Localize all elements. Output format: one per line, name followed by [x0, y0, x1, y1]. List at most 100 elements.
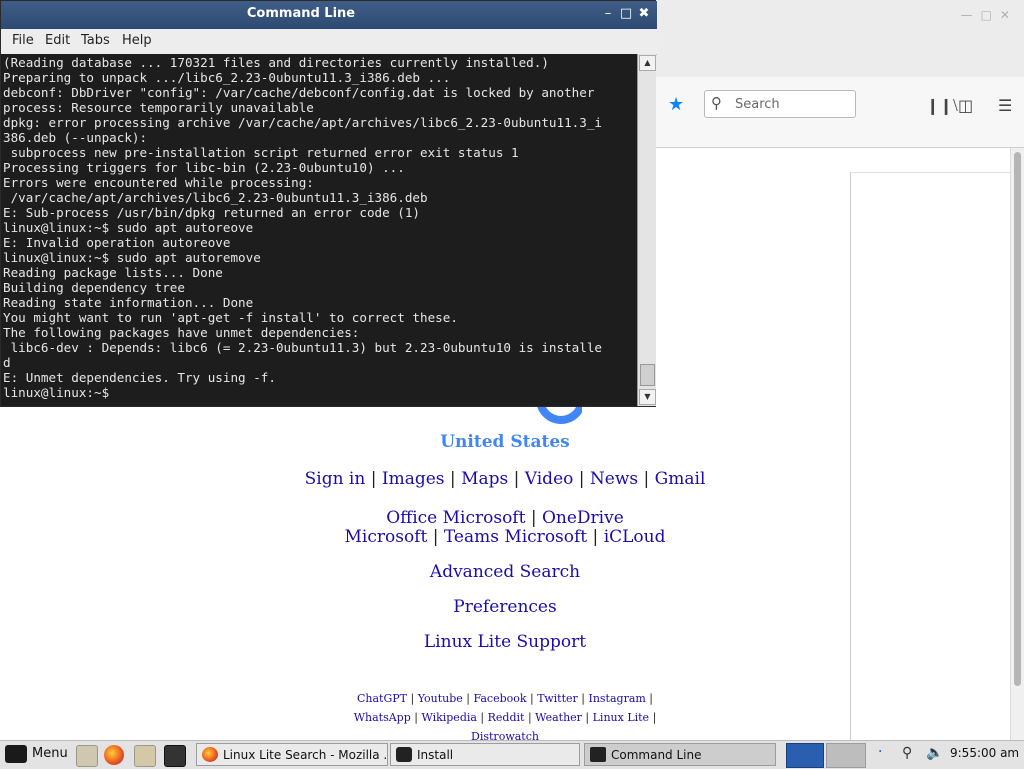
menu-file[interactable]: File	[12, 33, 34, 48]
country-label: United States	[440, 432, 570, 452]
page-scrollbar[interactable]	[1010, 148, 1024, 740]
linux-lite-logo-icon	[5, 745, 27, 763]
terminal-line: d	[3, 355, 11, 370]
preferences-row: Preferences	[0, 597, 1010, 617]
linux-lite-support-link[interactable]: Linux Lite Support	[424, 632, 586, 652]
maximize-icon[interactable]: □	[617, 6, 635, 21]
scroll-up-icon[interactable]: ▲	[639, 55, 656, 71]
task-firefox-label: Linux Lite Search - Mozilla ...	[223, 748, 388, 762]
volume-icon[interactable]: 🔈	[926, 745, 943, 761]
twitter-link[interactable]: Twitter	[537, 692, 578, 705]
terminal-line: linux@linux:~$ sudo apt autoremove	[3, 250, 261, 265]
terminal-lines: (Reading database ... 170321 files and d…	[1, 54, 637, 400]
terminal-line: dpkg: error processing archive /var/cach…	[3, 115, 602, 130]
terminal-line: The following packages have unmet depend…	[3, 325, 360, 340]
task-install-label: Install	[417, 748, 454, 762]
menu-edit[interactable]: Edit	[45, 33, 70, 48]
bookmark-star-icon[interactable]: ★	[668, 94, 684, 115]
clock[interactable]: 9:55:00 am	[950, 746, 1019, 760]
terminal-line: /var/cache/apt/archives/libc6_2.23-0ubun…	[3, 190, 428, 205]
microsoft-links-row-1: Office Microsoft | OneDrive	[386, 508, 624, 528]
terminal-window: Command Line – □ ✖ File Edit Tabs Help (Re…	[0, 0, 657, 407]
terminal-scrollbar[interactable]: ▲ ▼	[637, 54, 656, 406]
taskbar: Menu Linux Lite Search - Mozilla ... Ins…	[0, 740, 1024, 769]
quick-links-row-2: WhatsApp | Wikipedia | Reddit | Weather …	[353, 711, 657, 724]
gmail-link[interactable]: Gmail	[655, 469, 706, 489]
microsoft-links-row-2: Microsoft | Teams Microsoft | iCLoud	[344, 527, 666, 547]
start-menu-label: Menu	[32, 746, 68, 761]
facebook-link[interactable]: Facebook	[473, 692, 526, 705]
support-row: Linux Lite Support	[0, 632, 1010, 652]
youtube-link[interactable]: Youtube	[418, 692, 463, 705]
task-command-line[interactable]: Command Line	[584, 743, 776, 766]
images-link[interactable]: Images	[382, 469, 445, 489]
linux-lite-link[interactable]: Linux Lite	[593, 711, 649, 724]
terminal-line: E: Sub-process /usr/bin/dpkg returned an…	[3, 205, 421, 220]
workspace-1[interactable]	[786, 743, 824, 768]
terminal-line: linux@linux:~$ sudo apt autoreove	[3, 220, 254, 235]
close-icon[interactable]: ✖	[635, 6, 653, 21]
ad-panel	[850, 172, 1011, 741]
terminal-titlebar[interactable]: Command Line – □ ✖	[1, 1, 657, 29]
file-manager-launcher-icon[interactable]	[76, 745, 98, 767]
terminal-icon	[590, 747, 606, 762]
terminal-line: Reading state information... Done	[3, 295, 254, 310]
advanced-search-link[interactable]: Advanced Search	[430, 562, 580, 582]
office-microsoft-link[interactable]: Office Microsoft	[386, 508, 525, 528]
install-icon	[396, 747, 412, 762]
weather-link[interactable]: Weather	[535, 711, 582, 724]
quick-links-row-3: Distrowatch	[0, 730, 1010, 740]
bluetooth-icon[interactable]: ᛫	[876, 745, 884, 761]
task-firefox[interactable]: Linux Lite Search - Mozilla ...	[196, 743, 388, 766]
advanced-search-row: Advanced Search	[0, 562, 1010, 582]
sign-in-link[interactable]: Sign in	[305, 469, 366, 489]
start-menu-button[interactable]: Menu	[2, 743, 68, 766]
news-link[interactable]: News	[590, 469, 638, 489]
firefox-launcher-icon[interactable]	[104, 745, 124, 765]
whatsapp-link[interactable]: WhatsApp	[354, 711, 411, 724]
browser-window-controls[interactable]: —□✕	[961, 8, 1018, 22]
terminal-menubar: File Edit Tabs Help	[1, 29, 657, 55]
terminal-launcher-icon[interactable]	[164, 745, 186, 767]
workspace-2[interactable]	[826, 743, 866, 768]
browser-search-box[interactable]: ⚲	[704, 90, 856, 118]
distrowatch-link[interactable]: Distrowatch	[471, 730, 539, 740]
task-install[interactable]: Install	[390, 743, 580, 766]
scroll-down-icon[interactable]: ▼	[639, 389, 656, 405]
icloud-link[interactable]: iCLoud	[604, 527, 666, 547]
terminal-line: Errors were encountered while processing…	[3, 175, 314, 190]
search-input[interactable]	[735, 95, 850, 113]
wikipedia-link[interactable]: Wikipedia	[421, 711, 476, 724]
quick-links-row-1: ChatGPT | Youtube | Facebook | Twitter |…	[356, 692, 654, 705]
onedrive-link[interactable]: OneDrive	[542, 508, 624, 528]
terminal-line: 386.deb (--unpack):	[3, 130, 148, 145]
maps-link[interactable]: Maps	[461, 469, 508, 489]
scrollbar-thumb[interactable]	[1014, 152, 1021, 686]
teams-microsoft-link[interactable]: Teams Microsoft	[444, 527, 587, 547]
search-icon: ⚲	[711, 94, 722, 112]
firefox-icon	[202, 747, 218, 762]
instagram-link[interactable]: Instagram	[588, 692, 645, 705]
terminal-line: Preparing to unpack .../libc6_2.23-0ubun…	[3, 70, 451, 85]
microsoft-link[interactable]: Microsoft	[345, 527, 428, 547]
reddit-link[interactable]: Reddit	[488, 711, 525, 724]
terminal-line: Reading package lists... Done	[3, 265, 223, 280]
chatgpt-link[interactable]: ChatGPT	[357, 692, 407, 705]
terminal-scrollbar-thumb[interactable]	[640, 364, 655, 386]
terminal-line: You might want to run 'apt-get -f instal…	[3, 310, 458, 325]
library-icon[interactable]: ❙❙⧵	[926, 96, 958, 116]
home-folder-launcher-icon[interactable]	[134, 745, 156, 767]
menu-tabs[interactable]: Tabs	[81, 33, 110, 48]
terminal-line: debconf: DbDriver "config": /var/cache/d…	[3, 85, 595, 100]
hamburger-menu-icon[interactable]: ☰	[998, 96, 1012, 115]
menu-help[interactable]: Help	[122, 33, 152, 48]
network-tool-icon[interactable]: ⚲	[902, 745, 912, 761]
preferences-link[interactable]: Preferences	[453, 597, 556, 617]
video-link[interactable]: Video	[525, 469, 574, 489]
minimize-icon[interactable]: –	[599, 6, 617, 21]
terminal-output[interactable]: (Reading database ... 170321 files and d…	[1, 54, 637, 406]
sidebar-icon[interactable]: ◫	[958, 96, 973, 115]
terminal-line: E: Unmet dependencies. Try using -f.	[3, 370, 276, 385]
terminal-line: E: Invalid operation autoreove	[3, 235, 231, 250]
terminal-line: linux@linux:~$	[3, 385, 117, 400]
